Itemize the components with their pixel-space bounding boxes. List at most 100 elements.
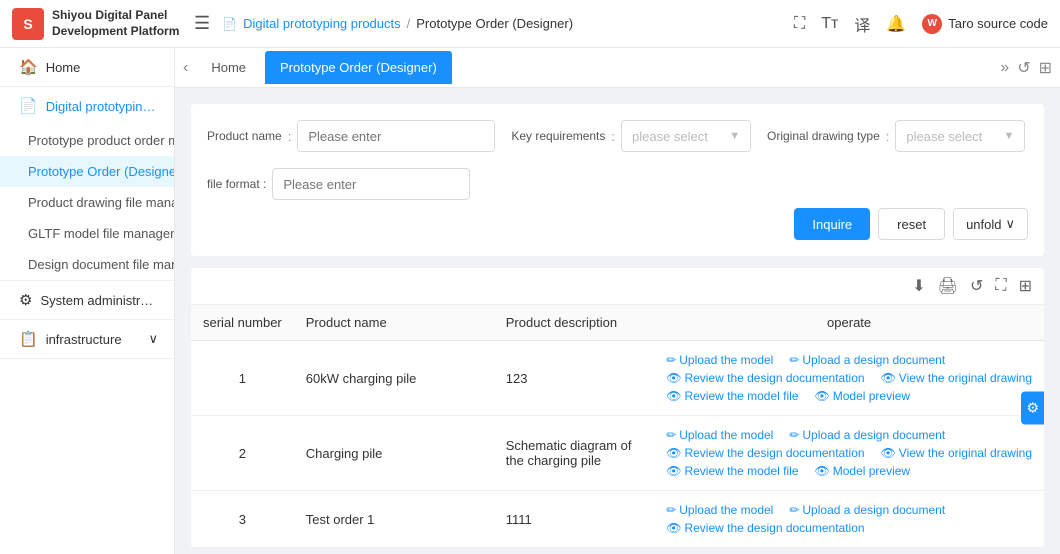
reset-button[interactable]: reset [878, 208, 945, 240]
tab-home[interactable]: Home [196, 51, 261, 84]
fullscreen-icon[interactable]: ⛶ [794, 15, 805, 33]
cell-product-name: Test order 1 [294, 491, 494, 548]
header-actions: ⛶ Tᴛ 译 🔔 W Taro source code [794, 12, 1048, 36]
sidebar-item-prototype-order[interactable]: Prototype product order m [0, 125, 174, 156]
sidebar-item-design-doc[interactable]: Design document file man [0, 249, 174, 280]
settings-sidebar-tab[interactable]: ⚙ [1021, 392, 1044, 425]
sidebar-section-infra: 📋 infrastructure ∨ [0, 320, 174, 359]
sidebar-collapse-icon[interactable]: ‹ [183, 59, 188, 77]
sidebar-item-home-label: Home [46, 60, 81, 75]
top-header: S Shiyou Digital Panel Development Platf… [0, 0, 1060, 48]
table-row: 2Charging pileSchematic diagram of the c… [191, 416, 1044, 491]
sidebar-item-digital[interactable]: 📄 Digital prototyping produ [0, 87, 174, 125]
operate-link-label: Review the model file [684, 464, 798, 478]
taro-source-label: Taro source code [948, 16, 1048, 31]
operate-link[interactable]: 👁Review the model file [666, 464, 798, 478]
expand-icon[interactable]: ⛶ [995, 277, 1006, 295]
operate-link[interactable]: 👁View the original drawing [881, 446, 1032, 460]
operate-link[interactable]: ✏Upload the model [666, 503, 773, 517]
print-icon[interactable]: 🖨 [938, 276, 958, 296]
tabs-refresh-icon[interactable]: ↺ [1017, 58, 1030, 78]
table-row: 160kW charging pile123✏Upload the model✏… [191, 341, 1044, 416]
view-icon: 👁 [666, 521, 681, 535]
operate-link-label: Review the design documentation [684, 371, 864, 385]
cell-operate: ✏Upload the model ✏Upload a design docume… [654, 491, 1044, 548]
sidebar-section-digital: 📄 Digital prototyping produ Prototype pr… [0, 87, 174, 281]
cell-serial: 1 [191, 341, 294, 416]
tabs-grid-icon[interactable]: ⊞ [1039, 58, 1052, 78]
breadcrumb-page-icon: 📄 [222, 17, 237, 31]
download-icon[interactable]: ⬇ [912, 276, 925, 296]
operate-link-label: Upload the model [679, 428, 773, 442]
filter-original-drawing: Original drawing type : please select ▼ [767, 120, 1025, 152]
operate-link-label: View the original drawing [899, 446, 1032, 460]
operate-link[interactable]: 👁Model preview [815, 464, 911, 478]
columns-icon[interactable]: ⊞ [1019, 276, 1032, 296]
operate-link[interactable]: 👁Review the design documentation [666, 446, 864, 460]
table-card: ⬇ 🖨 ↺ ⛶ ⊞ serial number Product name Pro… [191, 268, 1044, 548]
tabs-more-icon[interactable]: » [1000, 59, 1009, 77]
sidebar-item-product-drawing[interactable]: Product drawing file mana [0, 187, 174, 218]
sidebar-item-gltf-model[interactable]: GLTF model file managem [0, 218, 174, 249]
data-table: serial number Product name Product descr… [191, 305, 1044, 548]
breadcrumb-separator: / [407, 16, 411, 31]
operate-link[interactable]: ✏Upload a design document [789, 353, 945, 367]
unfold-button[interactable]: unfold ∨ [953, 208, 1028, 240]
home-icon: 🏠 [19, 58, 38, 76]
edit-icon: ✏ [789, 353, 799, 367]
operate-link[interactable]: 👁View the original drawing [881, 371, 1032, 385]
unfold-chevron-icon: ∨ [1005, 216, 1015, 232]
cell-operate: ✏Upload the model ✏Upload a design docume… [654, 341, 1044, 416]
sidebar-item-digital-label: Digital prototyping produ [46, 99, 158, 114]
tab-actions: » ↺ ⊞ [1000, 58, 1052, 78]
col-header-serial: serial number [191, 305, 294, 341]
filter-product-name-label: Product name [207, 129, 282, 143]
breadcrumb-current: Prototype Order (Designer) [416, 16, 573, 31]
view-icon: 👁 [881, 371, 896, 385]
sidebar-item-system-admin[interactable]: ⚙ System administration [0, 281, 174, 319]
operate-link-label: Review the design documentation [684, 521, 864, 535]
sidebar-item-prototype-order-label: Prototype product order m [28, 133, 175, 148]
operate-link[interactable]: ✏Upload the model [666, 428, 773, 442]
operate-link[interactable]: ✏Upload a design document [789, 503, 945, 517]
operate-link[interactable]: 👁Review the design documentation [666, 521, 864, 535]
original-drawing-select[interactable]: please select ▼ [895, 120, 1025, 152]
sidebar-item-infrastructure[interactable]: 📋 infrastructure ∨ [0, 320, 174, 358]
main-layout: 🏠 Home 📄 Digital prototyping produ Proto… [0, 48, 1060, 554]
unfold-label: unfold [966, 217, 1001, 232]
operate-link[interactable]: 👁Review the model file [666, 389, 798, 403]
product-name-input[interactable] [297, 120, 495, 152]
breadcrumb: 📄 Digital prototyping products / Prototy… [222, 16, 786, 31]
sidebar-item-product-drawing-label: Product drawing file mana [28, 195, 175, 210]
translate-icon[interactable]: 译 [854, 12, 870, 36]
sidebar-section-home: 🏠 Home [0, 48, 174, 87]
menu-toggle-icon[interactable]: ☰ [190, 9, 214, 38]
view-icon: 👁 [815, 389, 830, 403]
sidebar-item-home[interactable]: 🏠 Home [0, 48, 174, 86]
inquire-button[interactable]: Inquire [794, 208, 870, 240]
operate-link-label: Upload a design document [802, 353, 945, 367]
operate-link[interactable]: ✏Upload the model [666, 353, 773, 367]
operate-link[interactable]: 👁Review the design documentation [666, 371, 864, 385]
sidebar-item-prototype-designer[interactable]: Prototype Order (Designe [0, 156, 174, 187]
cell-operate: ✏Upload the model ✏Upload a design docume… [654, 416, 1044, 491]
filter-key-requirements: Key requirements : please select ▼ [511, 120, 751, 152]
filter-file-format: file format : [207, 168, 470, 200]
font-size-icon[interactable]: Tᴛ [821, 15, 838, 33]
tab-prototype-order[interactable]: Prototype Order (Designer) [265, 51, 452, 84]
operate-link-label: View the original drawing [899, 371, 1032, 385]
sidebar: 🏠 Home 📄 Digital prototyping produ Proto… [0, 48, 175, 554]
breadcrumb-root[interactable]: Digital prototyping products [243, 16, 401, 31]
operate-link-label: Model preview [833, 464, 910, 478]
bell-icon[interactable]: 🔔 [886, 14, 906, 34]
refresh-icon[interactable]: ↺ [970, 276, 983, 296]
operate-link[interactable]: 👁Model preview [815, 389, 911, 403]
operate-link-label: Review the model file [684, 389, 798, 403]
settings-icon: ⚙ [19, 291, 32, 309]
col-header-product-name: Product name [294, 305, 494, 341]
view-icon: 👁 [666, 389, 681, 403]
operate-link[interactable]: ✏Upload a design document [789, 428, 945, 442]
file-format-input[interactable] [272, 168, 470, 200]
taro-source-button[interactable]: W Taro source code [922, 14, 1048, 34]
key-requirements-select[interactable]: please select ▼ [621, 120, 751, 152]
